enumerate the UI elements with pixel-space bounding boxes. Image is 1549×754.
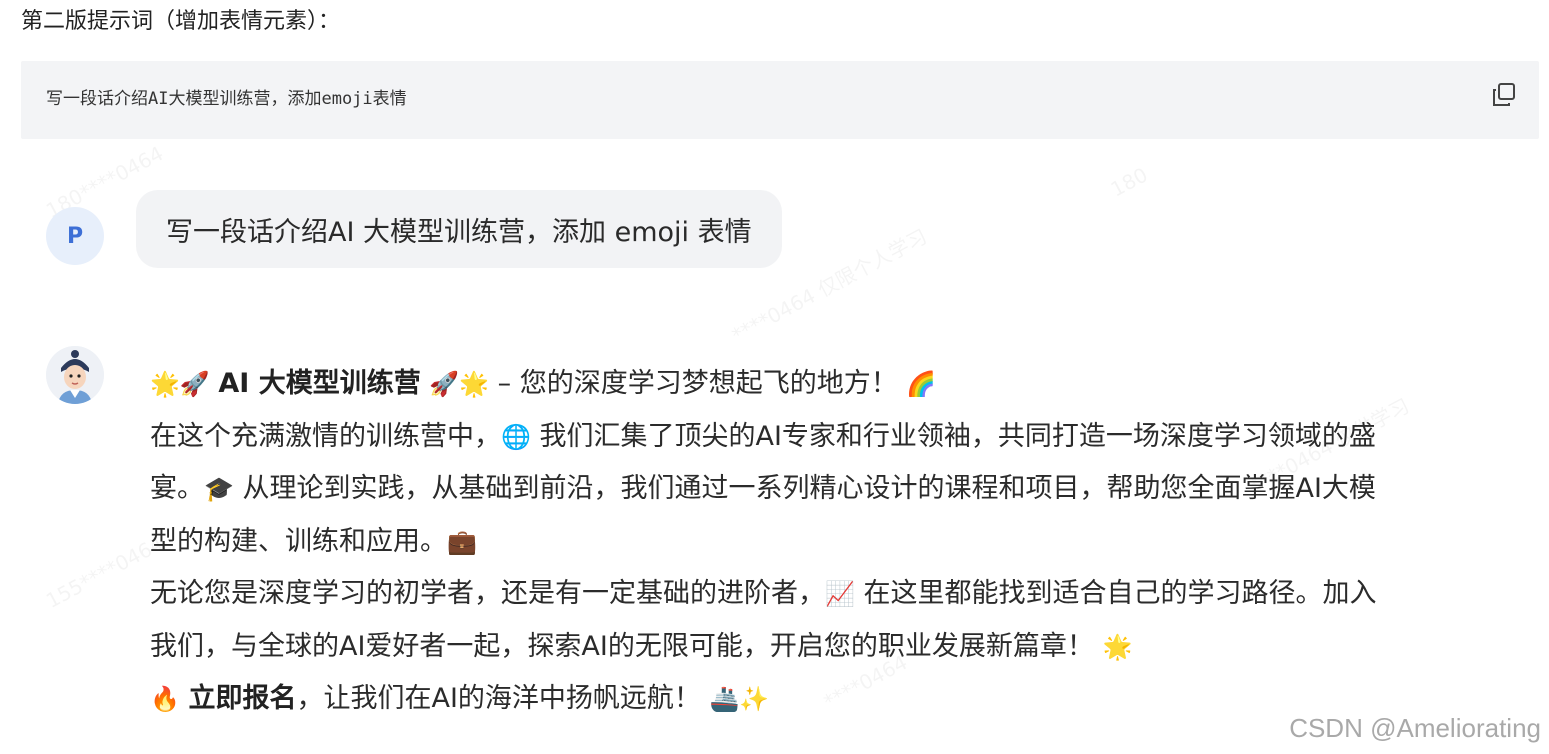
star-emoji: 🌟 xyxy=(1102,632,1133,661)
user-message-bubble: 写一段话介绍AI 大模型训练营，添加 emoji 表情 xyxy=(136,190,782,268)
csdn-watermark: CSDN @Ameliorating xyxy=(1289,713,1541,743)
bot-paragraph-line: 在这个充满激情的训练营中，🌐 我们汇集了顶尖的AI专家和行业领袖，共同打造一场深… xyxy=(150,411,1510,464)
chat-screenshot: 180****0464 ****0464 仅限个人学习 180 ****0464… xyxy=(0,140,1549,754)
bot-paragraph-line: 宴。🎓 从理论到实践，从基础到前沿，我们通过一系列精心设计的课程和项目，帮助您全… xyxy=(150,463,1510,516)
copy-icon[interactable] xyxy=(1491,82,1517,108)
rainbow-emoji: 🌈 xyxy=(906,370,937,398)
bot-title-bold: AI 大模型训练营 xyxy=(218,368,421,399)
bot-text: 在这个充满激情的训练营中， xyxy=(150,420,501,452)
faint-watermark: 155****0464 xyxy=(42,531,167,613)
prompt-code-block: 写一段话介绍AI大模型训练营，添加emoji表情 xyxy=(21,61,1539,139)
fire-emoji: 🔥 xyxy=(150,685,180,713)
bot-avatar xyxy=(46,346,104,404)
bot-title-line: 🌟🚀 AI 大模型训练营 🚀🌟 – 您的深度学习梦想起飞的地方！ 🌈 xyxy=(150,358,1510,411)
bot-text: 在这里都能找到适合自己的学习路径。加入 xyxy=(854,578,1377,609)
prompt-code-text: 写一段话介绍AI大模型训练营，添加emoji表情 xyxy=(46,89,407,109)
bot-text: 从理论到实践，从基础到前沿，我们通过一系列精心设计的课程和项目，帮助您全面掌握A… xyxy=(233,473,1376,504)
section-heading: 第二版提示词（增加表情元素）： xyxy=(21,9,341,34)
graduation-cap-emoji: 🎓 xyxy=(204,475,234,503)
bot-text: ，让我们在AI的海洋中扬帆远航！ xyxy=(296,683,701,714)
signup-bold: 立即报名 xyxy=(188,683,297,714)
rocket-star-emoji: 🚀🌟 xyxy=(429,370,490,398)
briefcase-emoji: 💼 xyxy=(447,527,477,556)
article-page: 第二版提示词（增加表情元素）： 写一段话介绍AI大模型训练营，添加emoji表情… xyxy=(0,0,1549,754)
bot-text: 宴。 xyxy=(150,473,204,504)
bot-text: 无论您是深度学习的初学者，还是有一定基础的进阶者， xyxy=(150,578,825,609)
bot-text: 我们汇集了顶尖的AI专家和行业领袖，共同打造一场深度学习领域的盛 xyxy=(530,420,1376,452)
globe-emoji: 🌐 xyxy=(501,422,531,451)
bot-text: 型的构建、训练和应用。 xyxy=(150,525,447,557)
user-avatar: P xyxy=(46,207,104,265)
bot-message: 🌟🚀 AI 大模型训练营 🚀🌟 – 您的深度学习梦想起飞的地方！ 🌈 在这个充满… xyxy=(150,358,1510,726)
bot-title-rest: – 您的深度学习梦想起飞的地方！ xyxy=(489,368,898,399)
faint-watermark: 180 xyxy=(1107,162,1152,201)
bot-text: 我们，与全球的AI爱好者一起，探索AI的无限可能，开启您的职业发展新篇章！ xyxy=(150,630,1094,662)
star-rocket-emoji: 🌟🚀 xyxy=(150,370,210,398)
ship-sparkles-emoji: 🚢✨ xyxy=(709,685,770,713)
chart-increasing-emoji: 📈 xyxy=(825,580,855,608)
bot-paragraph-line: 我们，与全球的AI爱好者一起，探索AI的无限可能，开启您的职业发展新篇章！ 🌟 xyxy=(150,621,1510,674)
bot-paragraph-line: 型的构建、训练和应用。💼 xyxy=(150,516,1510,569)
user-message-text: 写一段话介绍AI 大模型训练营，添加 emoji 表情 xyxy=(166,216,752,248)
bot-paragraph-line: 无论您是深度学习的初学者，还是有一定基础的进阶者，📈 在这里都能找到适合自己的学… xyxy=(150,568,1510,621)
